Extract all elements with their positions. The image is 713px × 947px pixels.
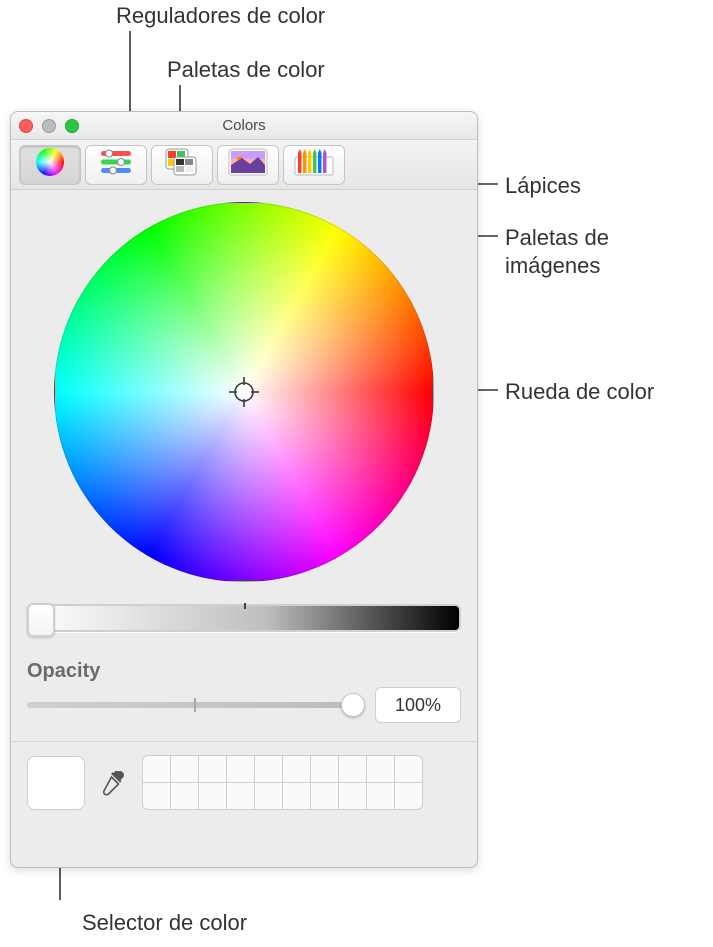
- swatch-cell[interactable]: [142, 755, 171, 783]
- opacity-knob[interactable]: [341, 693, 365, 717]
- opacity-slider[interactable]: [27, 702, 361, 708]
- color-sliders-icon: [99, 149, 133, 181]
- content-area: Opacity 100%: [11, 190, 477, 828]
- callout-picker: Selector de color: [82, 909, 247, 937]
- swatch-cell[interactable]: [310, 782, 339, 810]
- toolbar: [11, 140, 477, 190]
- image-palettes-icon: [228, 148, 268, 182]
- swatch-cell[interactable]: [310, 755, 339, 783]
- swatch-grid: [143, 756, 423, 810]
- callout-wheel: Rueda de color: [505, 378, 654, 406]
- swatch-cell[interactable]: [338, 755, 367, 783]
- swatch-cell[interactable]: [198, 755, 227, 783]
- callout-image-palettes: Paletas de imágenes: [505, 224, 609, 279]
- opacity-section: Opacity 100%: [27, 660, 461, 723]
- swatch-cell[interactable]: [226, 782, 255, 810]
- swatch-cell[interactable]: [394, 755, 423, 783]
- titlebar: Colors: [11, 112, 477, 140]
- opacity-field[interactable]: 100%: [375, 687, 461, 723]
- swatch-cell[interactable]: [282, 782, 311, 810]
- swatch-cell[interactable]: [254, 755, 283, 783]
- swatch-cell[interactable]: [170, 755, 199, 783]
- window-title: Colors: [11, 117, 477, 134]
- swatch-cell[interactable]: [198, 782, 227, 810]
- swatch-cell[interactable]: [254, 782, 283, 810]
- swatch-cell[interactable]: [170, 782, 199, 810]
- swatch-cell[interactable]: [338, 782, 367, 810]
- colors-window: Colors: [10, 111, 478, 868]
- swatch-cell[interactable]: [226, 755, 255, 783]
- crosshair-icon: [229, 377, 259, 407]
- color-sliders-tab[interactable]: [85, 145, 147, 185]
- callout-pencils: Lápices: [505, 172, 581, 200]
- image-palettes-tab[interactable]: [217, 145, 279, 185]
- swatch-section: [11, 741, 477, 828]
- callout-palettes: Paletas de color: [167, 56, 325, 84]
- swatch-cell[interactable]: [366, 755, 395, 783]
- pencils-icon: [294, 147, 334, 183]
- pencils-tab[interactable]: [283, 145, 345, 185]
- eyedropper-icon: [99, 768, 129, 798]
- color-wheel-tab[interactable]: [19, 145, 81, 185]
- color-wheel-icon: [35, 147, 65, 183]
- current-color-well[interactable]: [27, 756, 85, 810]
- opacity-label: Opacity: [27, 660, 461, 683]
- swatch-cell[interactable]: [394, 782, 423, 810]
- swatch-cell[interactable]: [142, 782, 171, 810]
- swatch-cell[interactable]: [282, 755, 311, 783]
- eyedropper-button[interactable]: [99, 768, 129, 798]
- color-palettes-tab[interactable]: [151, 145, 213, 185]
- color-palettes-icon: [164, 147, 200, 183]
- swatch-cell[interactable]: [366, 782, 395, 810]
- brightness-knob[interactable]: [27, 603, 55, 637]
- callout-sliders: Reguladores de color: [116, 2, 325, 30]
- brightness-slider[interactable]: [27, 604, 461, 632]
- color-wheel[interactable]: [54, 202, 434, 582]
